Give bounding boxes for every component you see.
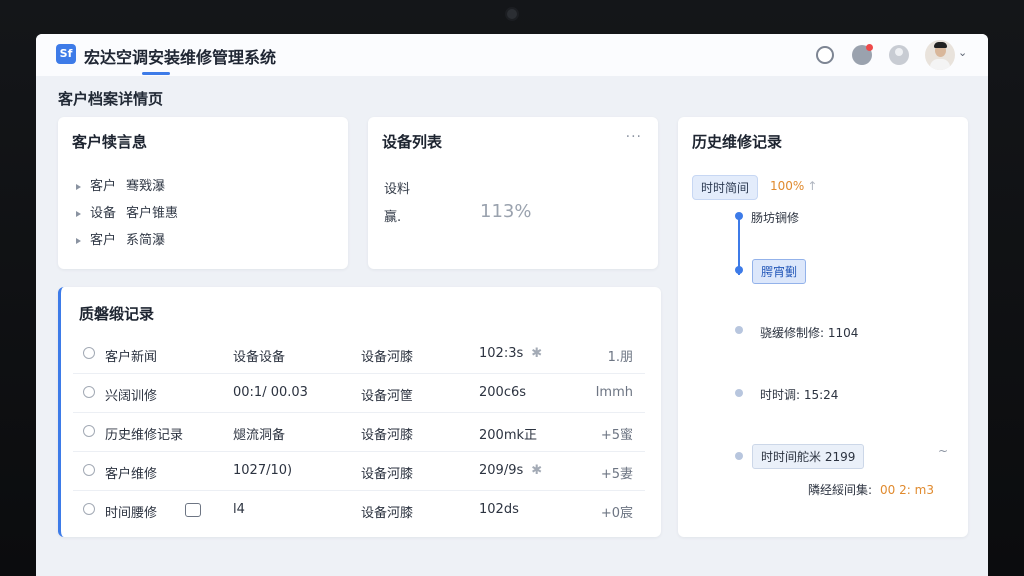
timeline-step-active[interactable]: 腭宵劐: [752, 259, 807, 284]
app-screen: Sf 宏达空调安装维修管理系统 ⌄ 客户档案详情页 客户犊言息 客户 骞戣瀑 设备…: [36, 34, 988, 576]
avatar[interactable]: [925, 40, 955, 70]
arrow-up-icon: ↑: [807, 179, 818, 193]
timeline-dot: [735, 452, 743, 460]
app-logo-icon: Sf: [56, 44, 76, 64]
history-card: 历史维修记录 时时简间 100% ↑ 肠坊锎修 腭宵劐 骁缓修制修: 1104 时…: [678, 117, 968, 537]
bullet-icon: [76, 210, 81, 217]
customer-info-card: 客户犊言息 客户 骞戣瀑 设备 客户锥惠 客户 系简瀑: [58, 117, 348, 269]
bullet-icon: [76, 237, 81, 244]
table-row[interactable]: 历史维修记录 煺流洞备 设备河膝 200mk正 +5蜜: [73, 413, 645, 452]
wave-icon: ~: [937, 444, 948, 458]
device-percent: 113%: [480, 201, 532, 222]
chevron-down-icon[interactable]: ⌄: [958, 46, 967, 59]
notification-icon[interactable]: [852, 44, 873, 65]
settings-icon[interactable]: [816, 46, 834, 64]
records-title: 质磐缎记录: [79, 305, 155, 323]
timeline-footer: 隣经綏间集: 00 2: m3: [808, 483, 934, 497]
timeline-percent: 100% ↑: [770, 179, 818, 193]
timeline-step: 骁缓修制修: 1104: [760, 326, 859, 340]
info-item: 客户 骞戣瀑: [76, 175, 178, 202]
timeline-badge[interactable]: 时时简间: [692, 175, 759, 200]
table-row[interactable]: 客户新闻 设备设备 设备河膝 102:3s ✱ 1.朋: [73, 335, 645, 374]
customer-info-title: 客户犊言息: [72, 133, 148, 151]
user-icon[interactable]: [889, 45, 909, 65]
page-title: 客户档案详情页: [58, 90, 164, 108]
app-title: 宏达空调安装维修管理系统: [84, 48, 277, 67]
image-icon[interactable]: [185, 503, 201, 517]
table-row[interactable]: 兴阔训修 00:1/ 00.03 设备河筐 200c6s Immh: [73, 374, 645, 413]
sparkle-icon: ✱: [531, 346, 543, 361]
info-item: 设备 客户锥惠: [76, 202, 178, 229]
device-list-card: 设备列表 ··· 设料 赢. 113%: [368, 117, 658, 269]
timeline-dot: [735, 326, 743, 334]
bullet-icon: [76, 183, 81, 190]
radio-button[interactable]: [83, 386, 95, 398]
more-icon[interactable]: ···: [626, 129, 642, 145]
timeline-dot: [735, 266, 743, 274]
top-bar: Sf 宏达空调安装维修管理系统 ⌄: [36, 34, 988, 76]
radio-button[interactable]: [83, 425, 95, 437]
table-row[interactable]: 客户维修 1027/10) 设备河膝 209/9s ✱ +5妻: [73, 452, 645, 491]
timeline-dot: [735, 212, 743, 220]
radio-button[interactable]: [83, 464, 95, 476]
records-table: 客户新闻 设备设备 设备河膝 102:3s ✱ 1.朋 兴阔训修 00:1/ 00…: [73, 335, 645, 529]
camera: [507, 9, 517, 19]
sparkle-icon: ✱: [531, 463, 543, 478]
timeline-step: 肠坊锎修: [751, 211, 800, 225]
timeline-step: 时时调: 15:24: [760, 388, 839, 402]
records-card: 质磐缎记录 客户新闻 设备设备 设备河膝 102:3s ✱ 1.朋 兴阔训修 00…: [58, 287, 661, 537]
customer-info-list: 客户 骞戣瀑 设备 客户锥惠 客户 系简瀑: [76, 175, 178, 256]
history-title: 历史维修记录: [692, 133, 783, 151]
timeline-dot: [735, 389, 743, 397]
radio-button[interactable]: [83, 503, 95, 515]
notification-dot: [866, 44, 873, 51]
device-list-title: 设备列表: [382, 133, 443, 151]
active-tab-indicator: [142, 72, 170, 75]
device-label: 设料: [384, 182, 411, 197]
info-item: 客户 系简瀑: [76, 229, 178, 256]
table-row[interactable]: 时间腰修 l4 设备河膝 102ds +0宸: [73, 491, 645, 529]
timeline-step[interactable]: 时时间舵米 2199: [752, 444, 865, 469]
device-value-label: 赢.: [384, 210, 402, 225]
radio-button[interactable]: [83, 347, 95, 359]
